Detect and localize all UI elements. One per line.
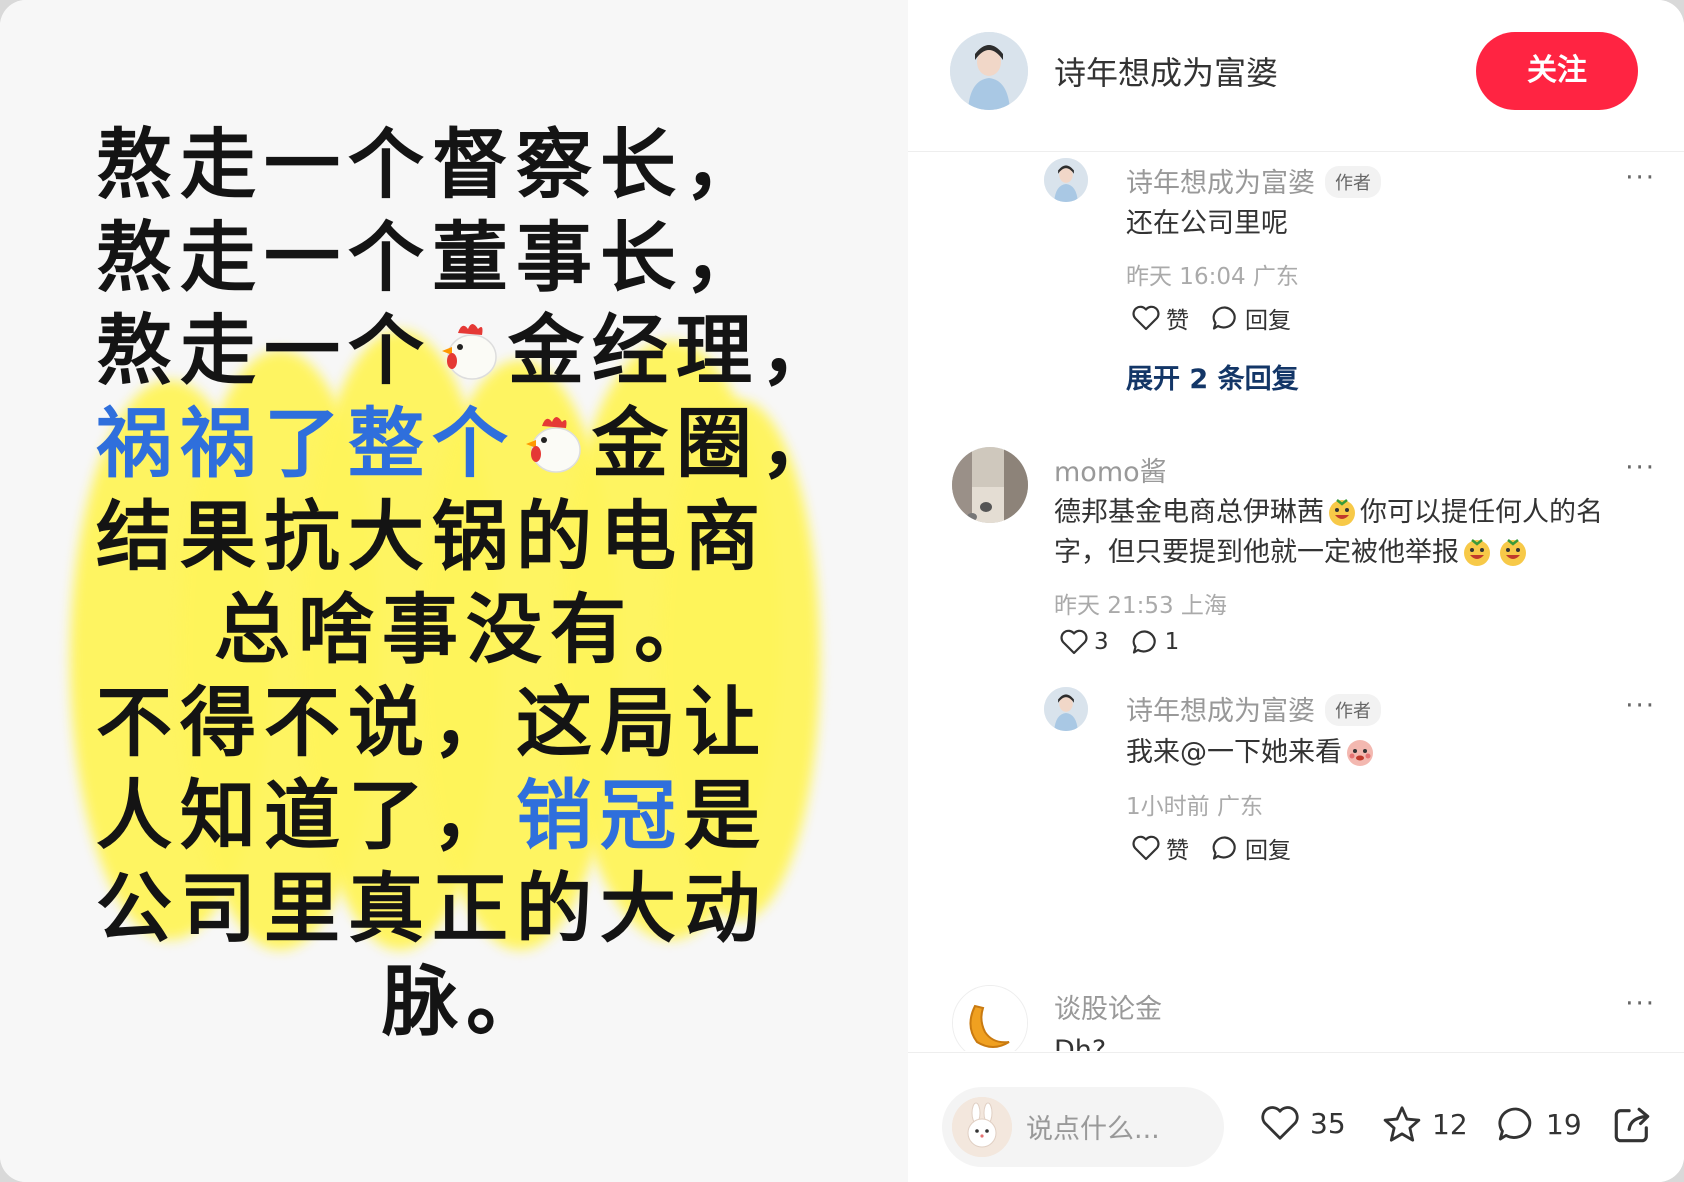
reply-button[interactable]: 回复 <box>1211 301 1291 335</box>
grin-emoji-icon <box>1464 539 1490 566</box>
post-text-segment: 金经理， <box>508 306 844 395</box>
post-text-segment: 金圈， <box>592 399 844 488</box>
comment-text: 我来@一下她来看 <box>1126 733 1378 773</box>
collect-button[interactable]: 12 <box>1382 1105 1468 1143</box>
reply-button[interactable]: 1 <box>1131 629 1179 655</box>
heart-icon <box>1261 1106 1299 1140</box>
comment-author[interactable]: momo酱 <box>1054 450 1167 489</box>
post-text-segment: 熬走一个督察长， <box>96 120 768 209</box>
more-icon[interactable]: ··· <box>1625 989 1656 1019</box>
engagement-bar: 说点什么... 35 12 19 <box>908 1052 1684 1182</box>
croissant-avatar <box>953 986 1027 1051</box>
heart-icon <box>1132 305 1160 331</box>
commenter-avatar[interactable] <box>1044 687 1088 731</box>
input-placeholder: 说点什么... <box>1026 1114 1160 1145</box>
comment-list[interactable]: 诗年想成为富婆 作者 ··· 还在公司里呢 昨天 16:04 广东 赞 回复 展开… <box>908 153 1684 1051</box>
post-text: 熬走一个督察长， 熬走一个董事长， 熬走一个 金经理， 祸祸了整个 金圈， 结果抗大锅的电商… <box>96 118 836 1048</box>
share-icon <box>1614 1107 1650 1143</box>
post-text-line: 熬走一个董事长， <box>96 211 836 304</box>
post-text-line: 结果抗大锅的电商 <box>96 490 836 583</box>
more-icon[interactable]: ··· <box>1625 163 1656 193</box>
comment-actions: 3 1 <box>1060 629 1201 655</box>
post-text-segment: 结果抗大锅的电商 <box>96 492 768 581</box>
grin-emoji-icon <box>1500 539 1526 566</box>
post-text-line: 总啥事没有。 <box>96 583 836 676</box>
post-text-segment: 是 <box>684 771 768 860</box>
commenter-avatar[interactable] <box>952 447 1028 523</box>
comment-author[interactable]: 诗年想成为富婆 作者 <box>1126 689 1381 728</box>
commenter-avatar[interactable] <box>1044 158 1088 202</box>
more-icon[interactable]: ··· <box>1625 453 1656 483</box>
post-text-segment: 总啥事没有。 <box>214 585 718 674</box>
post-text-line: 熬走一个督察长， <box>96 118 836 211</box>
post-text-segment: 祸祸了整个 <box>96 399 516 488</box>
comment-meta: 昨天 21:53 上海 <box>1054 593 1227 619</box>
post-text-line: 不得不说，这局让 <box>96 676 836 769</box>
comment-meta: 昨天 16:04 广东 <box>1126 264 1299 290</box>
comment-button[interactable]: 19 <box>1496 1105 1582 1143</box>
blush-emoji-icon <box>1347 740 1373 766</box>
post-detail-card: 熬走一个督察长， 熬走一个董事长， 熬走一个 金经理， 祸祸了整个 金圈， 结果抗大锅的电商… <box>0 0 1684 1182</box>
comment-icon <box>1132 630 1156 654</box>
expand-replies-link[interactable]: 展开 2 条回复 <box>1126 357 1299 396</box>
share-button[interactable] <box>1612 1105 1662 1145</box>
comment-input[interactable]: 说点什么... <box>942 1087 1224 1167</box>
star-icon <box>1383 1106 1421 1142</box>
post-text-line: 熬走一个 金经理， <box>96 304 836 397</box>
comment-author[interactable]: 诗年想成为富婆 作者 <box>1126 161 1381 200</box>
like-button[interactable]: 赞 <box>1132 831 1189 865</box>
post-text-segment: 不得不说，这局让 <box>96 678 768 767</box>
post-text-segment: 销冠 <box>516 771 684 860</box>
like-button[interactable]: 35 <box>1260 1105 1346 1141</box>
more-icon[interactable]: ··· <box>1625 691 1656 721</box>
chicken-icon <box>520 405 588 473</box>
commenter-avatar[interactable] <box>952 985 1028 1051</box>
comment-actions: 赞 回复 <box>1132 301 1313 335</box>
post-text-segment: 脉。 <box>382 957 550 1046</box>
author-avatar[interactable] <box>950 32 1028 110</box>
comment-text: 德邦基金电商总伊琳茜 你可以提任何人的名 字，但只要提到他就一定被他举报 <box>1054 497 1603 568</box>
comment-actions: 赞 回复 <box>1132 831 1313 865</box>
author-name[interactable]: 诗年想成为富婆 <box>1054 48 1278 94</box>
bunny-avatar <box>952 1097 1012 1157</box>
post-text-line: 脉。 <box>96 955 836 1048</box>
comment-icon <box>1212 306 1236 330</box>
grin-emoji-icon <box>1329 499 1355 526</box>
post-text-segment: 熬走一个 <box>96 306 432 395</box>
heart-icon <box>1132 835 1160 861</box>
comment-panel: 诗年想成为富婆 关注 诗年想成为富婆 作者 ··· 还在公司里呢 昨天 16:04… <box>908 0 1684 1182</box>
comment-text: Dh? <box>1054 1035 1107 1051</box>
post-text-line: 人知道了，销冠是 <box>96 769 836 862</box>
comment-icon <box>1498 1107 1532 1141</box>
comment-text: 还在公司里呢 <box>1126 208 1288 239</box>
post-text-segment: 人知道了， <box>96 771 516 860</box>
comment-meta: 1小时前 广东 <box>1126 794 1263 820</box>
reply-button[interactable]: 回复 <box>1211 831 1291 865</box>
like-button[interactable]: 赞 <box>1132 301 1189 335</box>
post-image[interactable]: 熬走一个督察长， 熬走一个董事长， 熬走一个 金经理， 祸祸了整个 金圈， 结果抗大锅的电商… <box>0 0 908 1182</box>
comment-icon <box>1212 836 1236 860</box>
comment-author[interactable]: 谈股论金 <box>1054 987 1162 1026</box>
post-text-segment: 公司里真正的大动 <box>96 864 768 953</box>
post-text-segment: 熬走一个董事长， <box>96 213 768 302</box>
author-header: 诗年想成为富婆 关注 <box>908 0 1684 152</box>
chicken-icon <box>436 312 504 380</box>
author-badge: 作者 <box>1325 694 1381 726</box>
author-badge: 作者 <box>1325 166 1381 198</box>
post-text-line: 公司里真正的大动 <box>96 862 836 955</box>
like-button[interactable]: 3 <box>1060 629 1109 655</box>
follow-button[interactable]: 关注 <box>1476 32 1638 110</box>
post-text-line: 祸祸了整个 金圈， <box>96 397 836 490</box>
heart-icon <box>1060 629 1088 655</box>
